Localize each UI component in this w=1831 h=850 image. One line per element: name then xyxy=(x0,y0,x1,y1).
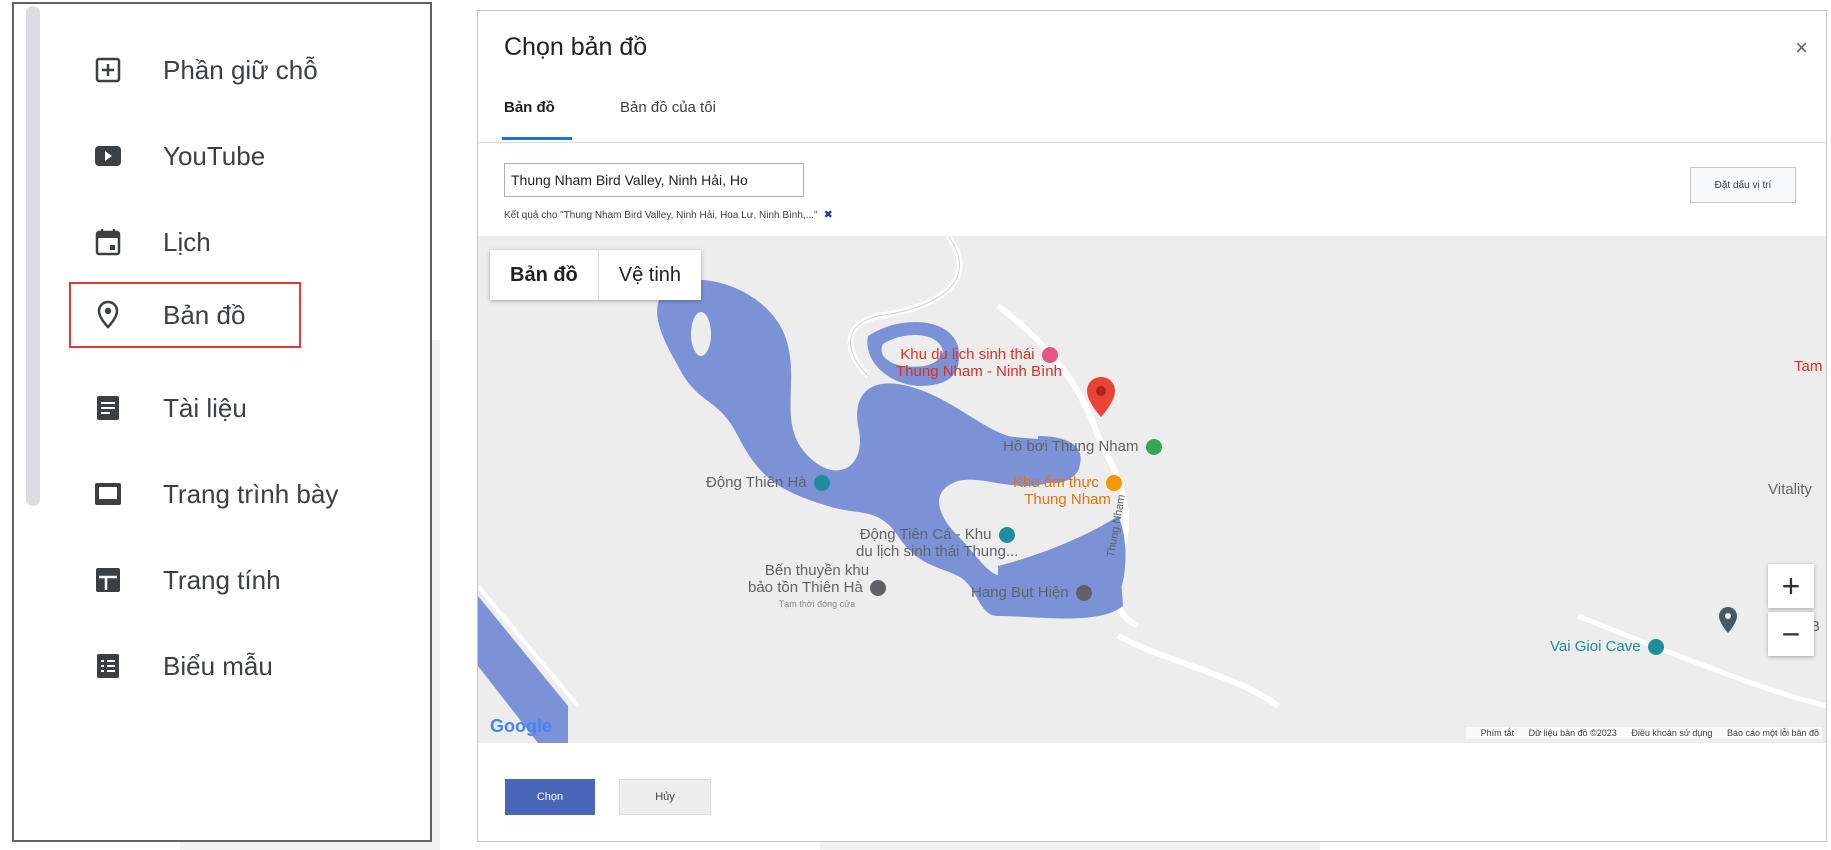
choose-button[interactable]: Chọn xyxy=(505,779,595,815)
poi-vitality-partial[interactable]: Vitality xyxy=(1768,481,1812,498)
poi-label: Thung Nham xyxy=(1024,491,1111,509)
selected-location-pin-icon[interactable] xyxy=(1086,376,1116,423)
search-result-text: Kết quả cho "Thung Nham Bird Valley, Nin… xyxy=(504,210,818,221)
docs-icon xyxy=(93,393,123,423)
tab-my-maps[interactable]: Bản đồ của tôi xyxy=(620,99,716,116)
search-result-line: Kết quả cho "Thung Nham Bird Valley, Nin… xyxy=(504,208,833,221)
menu-item-label: Lịch xyxy=(163,226,211,257)
poi-label: du lịch sinh thái Thung... xyxy=(856,543,1019,561)
camera-pin-icon xyxy=(813,475,830,492)
clear-search-icon[interactable]: ✖ xyxy=(824,209,833,221)
menu-item-label: Tài liệu xyxy=(163,392,247,423)
report-error-link[interactable]: Báo cáo một lỗi bản đồ xyxy=(1727,728,1819,738)
menu-item-maps[interactable]: Bản đồ xyxy=(69,282,301,348)
location-search-input[interactable] xyxy=(504,163,804,197)
restaurant-pin-icon xyxy=(1106,475,1123,492)
calendar-icon xyxy=(93,227,123,257)
menu-scrollbar[interactable] xyxy=(26,6,40,506)
poi-tien-ca-cave[interactable]: Động Tiên Cá - Khu du lịch sinh thái Thu… xyxy=(856,526,1018,560)
menu-item-label: Bản đồ xyxy=(163,299,246,330)
placeholder-add-icon xyxy=(93,55,123,85)
menu-item-placeholder[interactable]: Phần giữ chỗ xyxy=(69,38,409,102)
poi-eco-tourism-area[interactable]: Khu du lịch sinh thái Thung Nham - Ninh … xyxy=(896,346,1062,380)
active-tab-indicator xyxy=(502,137,572,140)
menu-item-label: Biểu mẫu xyxy=(163,650,273,681)
insert-menu-panel: Phần giữ chỗ YouTube Lịch Bản đồ Tài liệ… xyxy=(12,2,432,842)
map-canvas[interactable] xyxy=(478,236,1827,743)
menu-item-slides[interactable]: Trang trình bày xyxy=(69,462,409,526)
zoom-in-button[interactable]: + xyxy=(1768,564,1814,608)
location-pin-icon xyxy=(1075,585,1092,602)
sheets-icon xyxy=(93,565,123,595)
menu-item-calendar[interactable]: Lịch xyxy=(69,210,409,274)
poi-label: Động Tiên Cá - Khu xyxy=(859,526,992,543)
poi-label: Khu du lịch sinh thái xyxy=(900,346,1035,363)
location-pin-icon[interactable] xyxy=(1718,606,1738,639)
menu-item-forms[interactable]: Biểu mẫu xyxy=(69,634,409,698)
poi-label: Thung Nham - Ninh Bình xyxy=(896,363,1062,381)
youtube-icon xyxy=(93,141,123,171)
menu-item-docs[interactable]: Tài liệu xyxy=(69,376,409,440)
poi-hang-but-hien[interactable]: Hang Bụt Hiện xyxy=(971,584,1092,602)
menu-item-label: Phần giữ chỗ xyxy=(163,54,318,85)
cancel-button[interactable]: Hủy xyxy=(619,779,711,815)
menu-item-label: Trang tính xyxy=(163,564,281,595)
poi-label: Bến thuyền khu xyxy=(764,562,870,579)
poi-food-court[interactable]: Khu ẩm thực Thung Nham xyxy=(1013,474,1123,509)
dialog-title: Chọn bản đồ xyxy=(504,33,648,61)
map-data-copyright: Dữ liệu bản đồ ©2023 xyxy=(1528,728,1617,738)
location-pin-icon xyxy=(869,580,886,597)
google-logo: Google xyxy=(490,716,552,736)
poi-label: Động Thiên Hà xyxy=(706,474,807,491)
pool-pin-icon xyxy=(1145,439,1162,456)
poi-status: Tạm thời đóng cửa xyxy=(778,599,856,610)
camera-pin-icon xyxy=(1041,347,1058,364)
map-type-satellite-button[interactable]: Vệ tinh xyxy=(599,250,701,300)
poi-thien-ha-cave[interactable]: Động Thiên Hà xyxy=(706,474,830,492)
drop-pin-button[interactable]: Đặt dấu vị trí xyxy=(1690,167,1796,203)
keyboard-shortcuts-link[interactable]: Phím tắt xyxy=(1481,728,1515,738)
poi-label: Hồ bơi Thung Nham xyxy=(1003,438,1139,455)
map-type-toggle: Bản đồ Vệ tinh xyxy=(490,250,702,300)
poi-label: Vai Gioi Cave xyxy=(1550,638,1641,655)
camera-pin-icon xyxy=(1647,639,1664,656)
map-pin-icon xyxy=(93,300,123,330)
map-view[interactable]: Bản đồ Vệ tinh Khu du lịch sinh thái Thu… xyxy=(478,236,1827,743)
menu-item-label: YouTube xyxy=(163,140,266,171)
poi-vai-gioi-cave[interactable]: Vai Gioi Cave xyxy=(1550,638,1664,656)
poi-thien-ha-boat-dock[interactable]: Bến thuyền khu bảo tồn Thiên Hà Tạm thời… xyxy=(748,562,886,613)
poi-tam-partial[interactable]: Tam xyxy=(1794,358,1822,375)
menu-item-sheets[interactable]: Trang tính xyxy=(69,548,409,612)
camera-pin-icon xyxy=(998,527,1015,544)
slides-icon xyxy=(93,479,123,509)
map-picker-dialog: Chọn bản đồ × Bản đồ Bản đồ của tôi Kết … xyxy=(477,10,1827,842)
terms-link[interactable]: Điều khoản sử dụng xyxy=(1631,728,1712,738)
poi-label: bảo tồn Thiên Hà xyxy=(748,579,863,596)
zoom-out-button[interactable]: − xyxy=(1768,612,1814,656)
poi-pool[interactable]: Hồ bơi Thung Nham xyxy=(1003,438,1162,456)
poi-label: Hang Bụt Hiện xyxy=(971,584,1069,601)
divider xyxy=(478,142,1826,143)
menu-item-label: Trang trình bày xyxy=(163,478,339,509)
map-type-map-button[interactable]: Bản đồ xyxy=(490,250,598,300)
tab-maps[interactable]: Bản đồ xyxy=(504,99,555,116)
poi-label: Khu ẩm thực xyxy=(1013,474,1099,491)
map-attribution: Phím tắt Dữ liệu bản đồ ©2023 Điều khoản… xyxy=(1465,727,1822,739)
menu-item-youtube[interactable]: YouTube xyxy=(69,124,409,188)
close-icon[interactable]: × xyxy=(1795,35,1808,61)
forms-icon xyxy=(93,651,123,681)
